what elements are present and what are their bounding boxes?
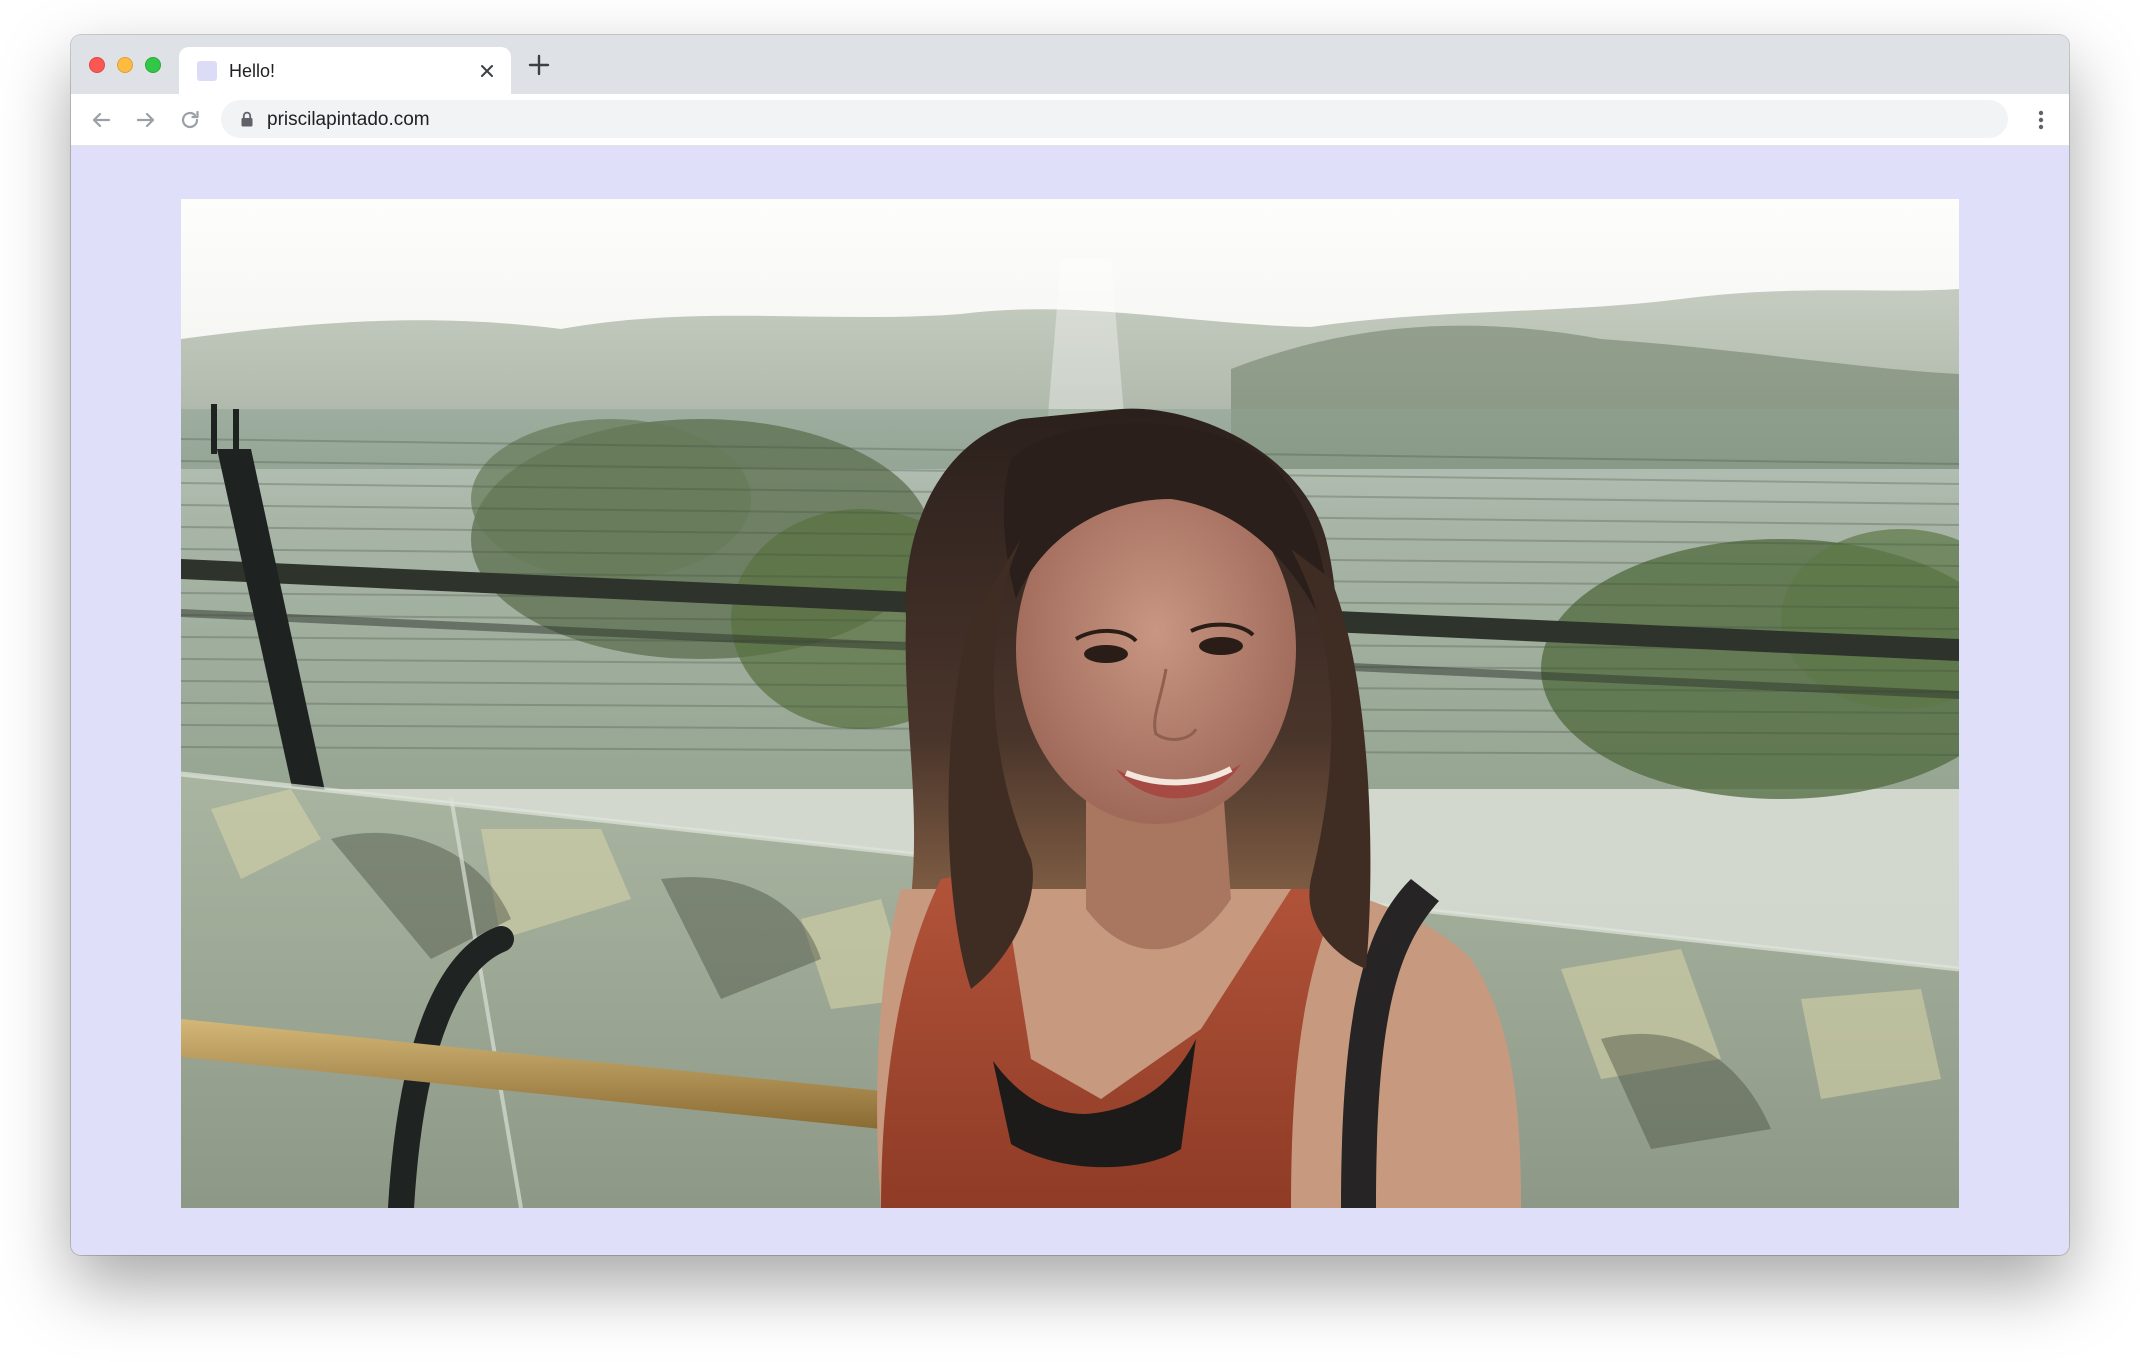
page-content <box>71 146 2069 1255</box>
browser-tab[interactable]: Hello! <box>179 47 511 94</box>
browser-toolbar: priscilapintado.com <box>71 94 2069 146</box>
lock-icon <box>238 110 256 128</box>
portrait-photo <box>181 199 1959 1208</box>
tab-strip: Hello! <box>71 35 2069 94</box>
favicon-icon <box>197 61 217 81</box>
arrow-left-icon[interactable] <box>85 104 117 136</box>
browser-window: Hello! priscilapintado.com <box>71 35 2069 1255</box>
arrow-right-icon[interactable] <box>130 104 162 136</box>
reload-icon[interactable] <box>174 104 206 136</box>
window-close-button[interactable] <box>89 57 105 73</box>
address-bar[interactable]: priscilapintado.com <box>221 100 2008 138</box>
more-vertical-icon[interactable] <box>2029 104 2053 136</box>
window-minimize-button[interactable] <box>117 57 133 73</box>
plus-icon[interactable] <box>523 49 555 81</box>
close-icon[interactable] <box>475 59 499 83</box>
tab-title: Hello! <box>229 61 276 81</box>
screenshot-stage: Hello! priscilapintado.com <box>0 0 2140 1362</box>
url-text: priscilapintado.com <box>267 109 430 130</box>
window-maximize-button[interactable] <box>145 57 161 73</box>
